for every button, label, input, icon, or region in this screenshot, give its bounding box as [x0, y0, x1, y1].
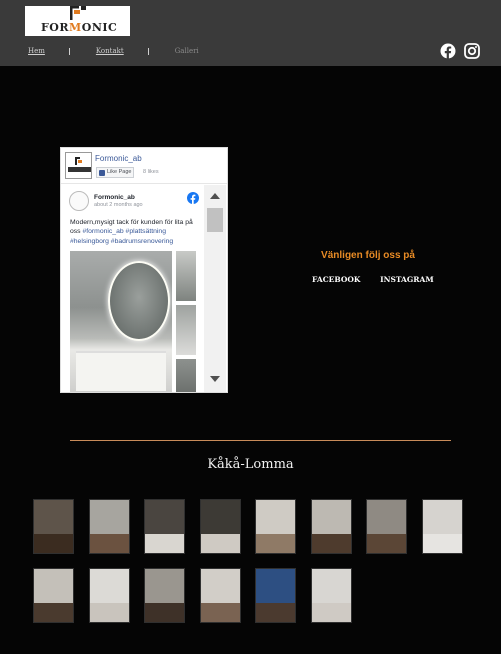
gallery-photo-1[interactable]	[33, 499, 74, 554]
gallery-photo-14[interactable]	[311, 568, 352, 623]
gallery-title: Kåkå-Lomma	[207, 457, 294, 472]
social-links	[440, 43, 480, 59]
gallery-photo-4[interactable]	[200, 499, 241, 554]
post-photo-thumb[interactable]	[176, 359, 196, 392]
likes-count: 8 likes	[143, 169, 159, 175]
facebook-icon[interactable]	[440, 43, 456, 59]
scrollbar-thumb[interactable]	[207, 208, 223, 232]
like-page-button[interactable]: Like Page	[96, 167, 135, 178]
gallery-photo-13[interactable]	[255, 568, 296, 623]
vanity-shape	[76, 351, 166, 391]
mirror-shape	[108, 261, 170, 341]
gallery-photo-11[interactable]	[144, 568, 185, 623]
page-avatar[interactable]	[65, 152, 92, 179]
gallery-photo-6[interactable]	[311, 499, 352, 554]
post-text: Modern,mysigt tack för kunden för lita p…	[70, 219, 193, 245]
formonic-logo[interactable]: FORMONIC	[25, 6, 130, 36]
post-timestamp[interactable]: about 2 months ago	[94, 202, 143, 208]
instagram-text-link[interactable]: INSTAGRAM	[380, 275, 434, 284]
post-photo-thumb[interactable]	[176, 305, 196, 355]
main-nav: Hem Kontakt Galleri	[28, 47, 199, 55]
scroll-down-arrow-icon[interactable]	[210, 376, 220, 382]
gallery-photo-10[interactable]	[89, 568, 130, 623]
nav-divider	[68, 47, 70, 55]
photo-floor	[312, 534, 351, 553]
nav-link-galleri[interactable]: Galleri	[175, 47, 199, 55]
nav-link-kontakt[interactable]: Kontakt	[96, 47, 124, 55]
widget-post: Formonic_ab about 2 months ago Modern,my…	[67, 187, 200, 392]
gallery-photo-9[interactable]	[33, 568, 74, 623]
facebook-text-link[interactable]: FACEBOOK	[312, 275, 360, 284]
scroll-up-arrow-icon[interactable]	[210, 193, 220, 199]
follow-links: FACEBOOK INSTAGRAM	[312, 275, 451, 284]
widget-scrollbar[interactable]	[204, 185, 226, 392]
instagram-icon[interactable]	[464, 43, 480, 59]
photo-floor	[145, 534, 184, 553]
photo-floor	[34, 534, 73, 553]
photo-floor	[312, 603, 351, 622]
gallery-photo-5[interactable]	[255, 499, 296, 554]
nav-link-hem[interactable]: Hem	[28, 47, 45, 55]
section-divider	[70, 440, 451, 441]
gallery-photo-3[interactable]	[144, 499, 185, 554]
post-photo-thumb[interactable]	[176, 251, 196, 301]
widget-page-name[interactable]: Formonic_ab	[95, 154, 142, 163]
photo-floor	[201, 534, 240, 553]
photo-floor	[201, 603, 240, 622]
post-hashtags[interactable]: #formonic_ab #plattsättning #helsingborg…	[70, 228, 173, 244]
gallery-photo-7[interactable]	[366, 499, 407, 554]
photo-floor	[34, 603, 73, 622]
photo-floor	[90, 534, 129, 553]
gallery-photo-2[interactable]	[89, 499, 130, 554]
page-logo-icon	[68, 157, 91, 172]
photo-floor	[256, 603, 295, 622]
photo-floor	[256, 534, 295, 553]
logo-text: FORMONIC	[41, 21, 118, 34]
facebook-page-widget[interactable]: Formonic_ab Like Page 8 likes Formonic_a…	[60, 147, 228, 393]
gallery-photo-12[interactable]	[200, 568, 241, 623]
photo-floor	[90, 603, 129, 622]
widget-header: Formonic_ab Like Page 8 likes	[61, 148, 227, 184]
facebook-logo-icon	[187, 192, 199, 204]
post-author-name[interactable]: Formonic_ab	[94, 194, 135, 201]
gallery-photo-8[interactable]	[422, 499, 463, 554]
logo-mark-icon	[70, 6, 86, 20]
post-photo[interactable]	[70, 251, 172, 392]
photo-floor	[145, 603, 184, 622]
photo-floor	[367, 534, 406, 553]
post-author-avatar[interactable]	[69, 191, 89, 211]
photo-floor	[423, 534, 462, 553]
site-header: FORMONIC Hem Kontakt Galleri	[0, 0, 501, 66]
nav-divider	[147, 47, 149, 55]
follow-heading: Vänligen följ oss på	[321, 250, 415, 261]
